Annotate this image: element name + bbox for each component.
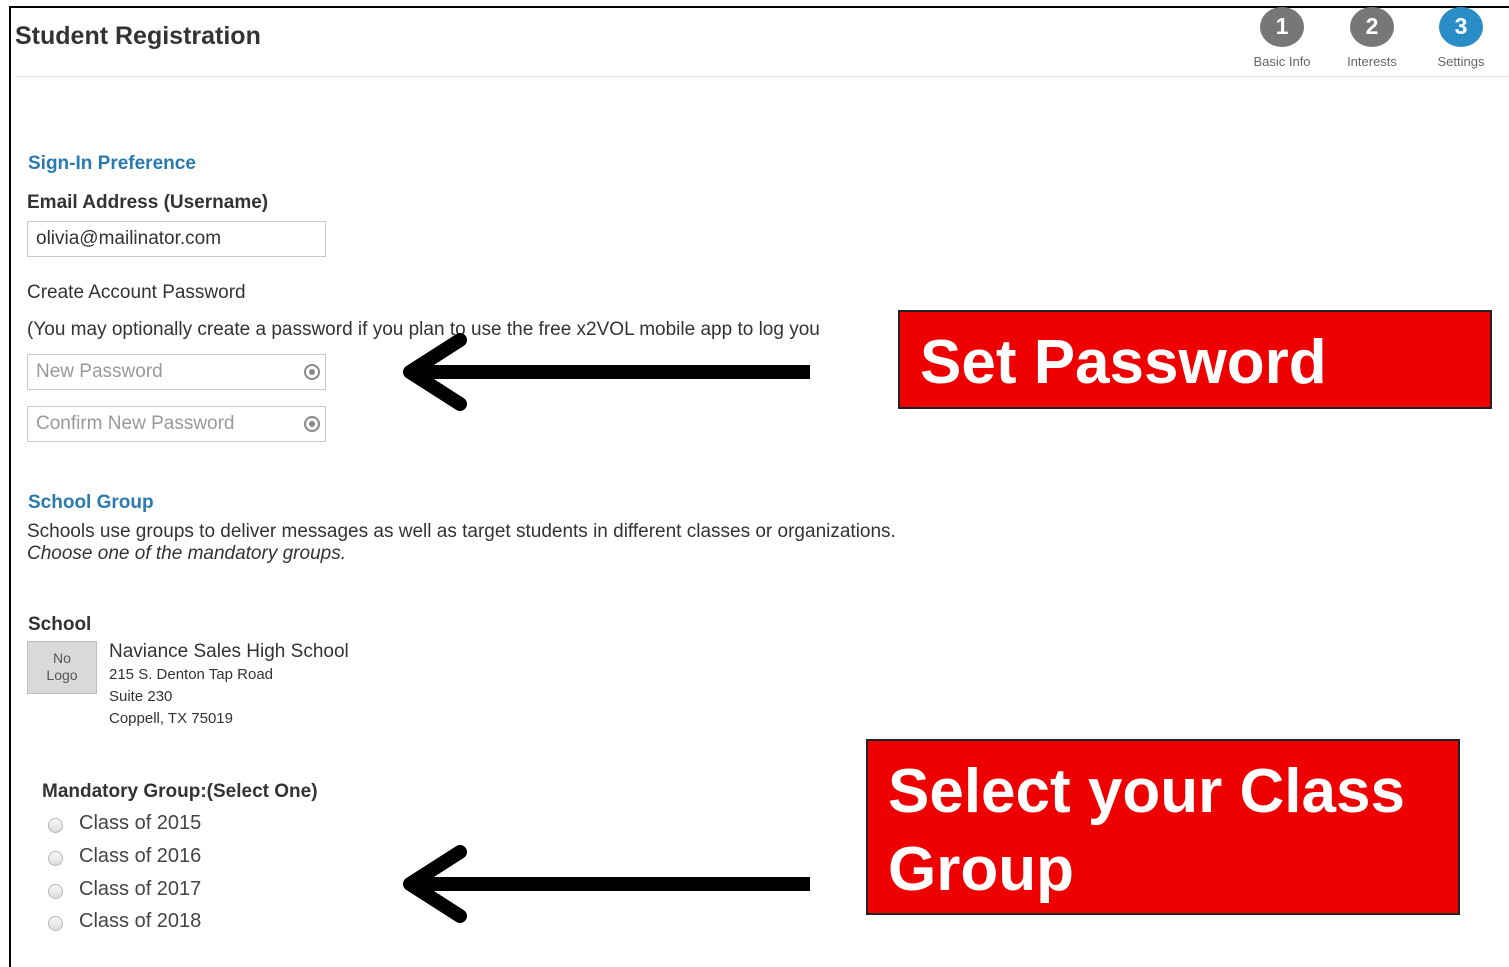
radio-button[interactable] [48, 850, 63, 866]
step-settings[interactable]: 3 Settings [1421, 7, 1501, 69]
radio-label[interactable]: Class of 2017 [79, 878, 201, 901]
logo-text: Logo [46, 667, 78, 683]
new-password-field[interactable] [27, 354, 326, 390]
step-label: Basic Info [1253, 54, 1311, 69]
radio-label[interactable]: Class of 2016 [79, 845, 201, 868]
radio-button[interactable] [48, 883, 63, 899]
mandatory-group-label: Mandatory Group:(Select One) [42, 781, 318, 802]
school-name: Naviance Sales High School [109, 641, 349, 662]
step-interests[interactable]: 2 Interests [1332, 7, 1412, 69]
radio-option-class-2017[interactable]: Class of 2017 [48, 876, 201, 902]
step-label: Settings [1437, 54, 1485, 69]
header-divider [15, 76, 1509, 77]
callout-text: Select your Class [888, 757, 1405, 826]
step-number-1: 1 [1260, 7, 1304, 47]
step-number-2: 2 [1350, 7, 1394, 47]
password-heading: Create Account Password [27, 282, 246, 303]
school-address-line2: Suite 230 [109, 688, 173, 705]
radio-option-class-2018[interactable]: Class of 2018 [48, 908, 201, 934]
logo-text: No [53, 650, 71, 666]
signin-heading: Sign-In Preference [28, 153, 196, 174]
reveal-confirm-password-icon[interactable] [304, 416, 320, 432]
set-password-callout: Set Password [898, 310, 1492, 409]
radio-button[interactable] [48, 817, 63, 833]
school-address-line1: 215 S. Denton Tap Road [109, 666, 274, 683]
confirm-password-field[interactable] [27, 406, 326, 442]
school-group-instruction: Choose one of the mandatory groups. [27, 543, 346, 564]
arrow-left-icon [403, 845, 810, 923]
school-label: School [28, 614, 92, 635]
arrow-left-icon [403, 333, 810, 411]
step-label: Interests [1347, 54, 1397, 69]
step-basic-info[interactable]: 1 Basic Info [1242, 7, 1322, 69]
school-group-description: Schools use groups to deliver messages a… [27, 521, 896, 542]
select-class-group-callout: Select your Class Group [866, 739, 1460, 915]
callout-text: Group [888, 835, 1074, 904]
radio-button[interactable] [48, 915, 63, 931]
email-label: Email Address (Username) [27, 192, 269, 213]
radio-option-class-2015[interactable]: Class of 2015 [48, 810, 201, 836]
radio-label[interactable]: Class of 2015 [79, 812, 201, 835]
school-logo-placeholder: No Logo [27, 641, 97, 694]
radio-label[interactable]: Class of 2018 [79, 910, 201, 933]
school-group-heading: School Group [28, 492, 154, 513]
email-field[interactable] [27, 221, 326, 257]
school-address-line3: Coppell, TX 75019 [109, 710, 233, 727]
reveal-password-icon[interactable] [304, 364, 320, 380]
page-title: Student Registration [15, 22, 261, 50]
callout-text: Set Password [920, 328, 1327, 397]
step-number-3: 3 [1439, 7, 1483, 47]
radio-option-class-2016[interactable]: Class of 2016 [48, 843, 201, 869]
